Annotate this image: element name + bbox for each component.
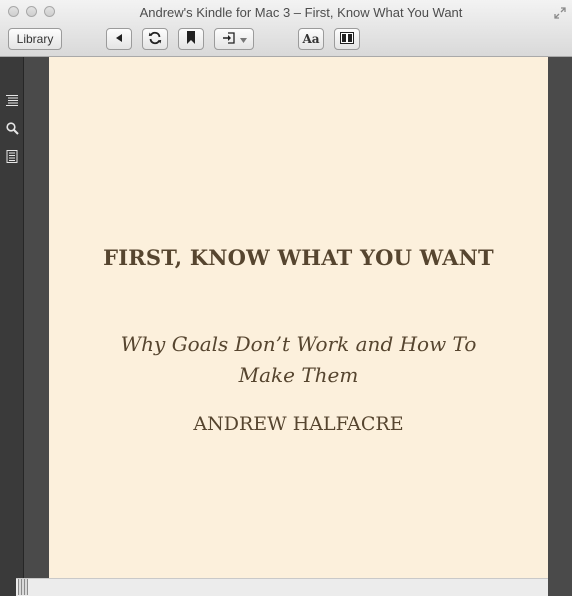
- window-title: Andrew's Kindle for Mac 3 – First, Know …: [139, 5, 463, 20]
- bookmark-button[interactable]: [178, 28, 204, 50]
- kindle-window: Andrew's Kindle for Mac 3 – First, Know …: [0, 0, 572, 596]
- two-column-view-icon: [340, 31, 354, 47]
- left-sidebar: [0, 57, 24, 596]
- font-settings-button[interactable]: Aa: [298, 28, 324, 50]
- chevron-down-icon: [239, 32, 247, 46]
- back-button[interactable]: [106, 28, 132, 50]
- title-toolbar: Andrew's Kindle for Mac 3 – First, Know …: [0, 0, 572, 57]
- search-icon[interactable]: [5, 121, 19, 135]
- progress-bar: [16, 578, 548, 596]
- fullscreen-icon[interactable]: [554, 6, 566, 19]
- zoom-window-button[interactable]: [44, 6, 55, 17]
- book-author: ANDREW HALFACRE: [193, 413, 404, 435]
- book-title: FIRST, KNOW WHAT YOU WANT: [103, 245, 494, 270]
- go-to-button[interactable]: [214, 28, 254, 50]
- book-page[interactable]: FIRST, KNOW WHAT YOU WANT Why Goals Don’…: [49, 57, 548, 578]
- close-window-button[interactable]: [8, 6, 19, 17]
- notes-icon[interactable]: [5, 149, 19, 163]
- table-of-contents-icon[interactable]: [5, 93, 19, 107]
- library-button[interactable]: Library: [8, 28, 62, 50]
- sync-button[interactable]: [142, 28, 168, 50]
- window-controls: [8, 6, 55, 17]
- book-subtitle: Why Goals Don’t Work and How To Make The…: [120, 332, 477, 387]
- go-to-icon: [222, 31, 236, 47]
- back-arrow-icon: [114, 32, 124, 46]
- resize-grip[interactable]: [18, 579, 28, 595]
- minimize-window-button[interactable]: [26, 6, 37, 17]
- sync-icon: [148, 31, 162, 48]
- bookmark-icon: [186, 31, 196, 47]
- view-mode-button[interactable]: [334, 28, 360, 50]
